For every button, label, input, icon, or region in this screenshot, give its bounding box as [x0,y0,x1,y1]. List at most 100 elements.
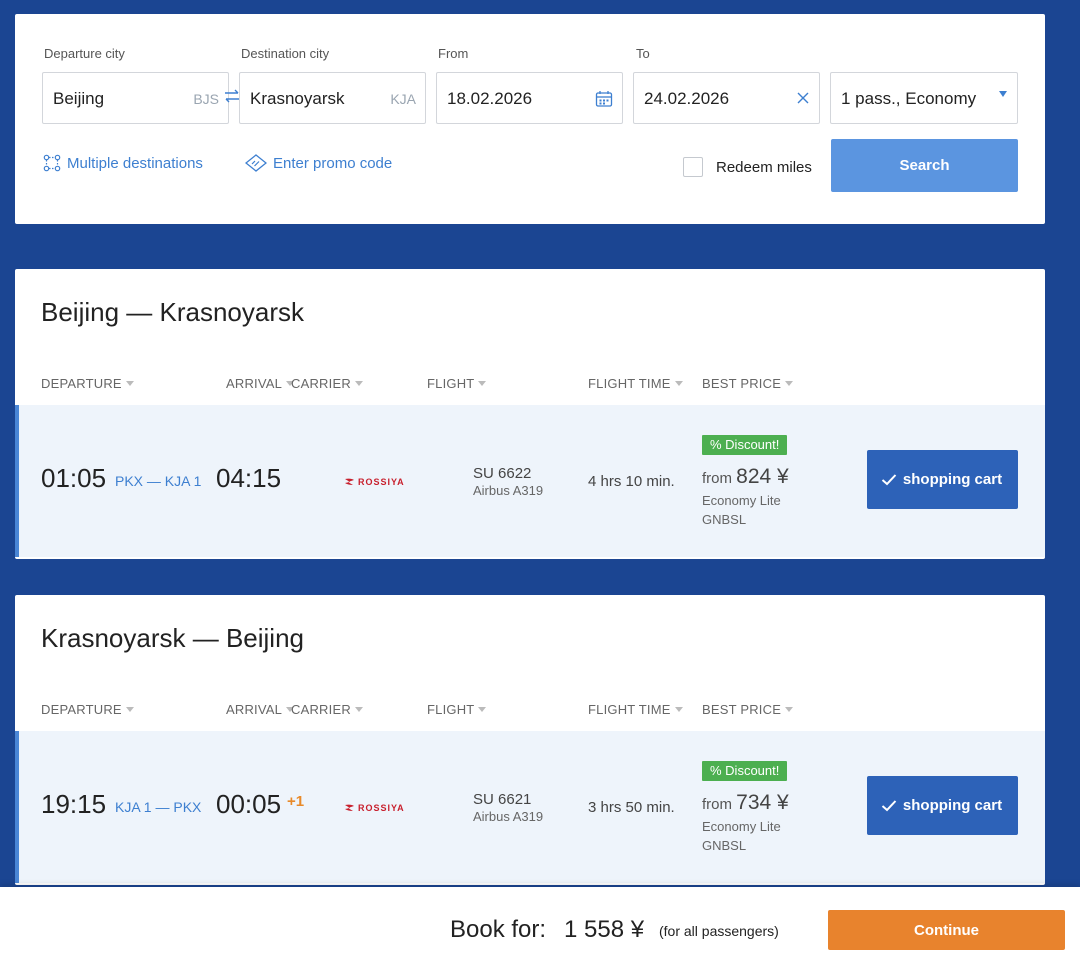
airport-codes: PKX — KJA 1 [115,473,202,489]
caret-down-icon [999,91,1007,97]
price: from 824 ¥ [702,465,789,489]
caret-down-icon [354,381,363,386]
promo-code-label: Enter promo code [273,154,393,172]
from-date-value: 18.02.2026 [447,89,533,108]
sort-flight-time[interactable]: FLIGHT TIME [588,702,683,717]
caret-down-icon [478,381,487,386]
col-flight-label: FLIGHT [427,702,475,717]
discount-badge: % Discount! [702,761,788,781]
flight-row[interactable]: 01:05 PKX — KJA 1 04:15 ROSSIYA SU 6622 … [15,405,1045,557]
destination-city-value: Krasnoyarsk [250,89,345,108]
destination-label: Destination city [241,46,330,61]
book-for-label: Book for: [450,916,547,943]
sort-carrier[interactable]: CARRIER [291,376,363,391]
sort-arrival[interactable]: ARRIVAL [226,702,295,717]
airport-codes: KJA 1 — PKX [115,799,202,815]
check-icon [881,474,897,486]
flight-row[interactable]: 19:15 KJA 1 — PKX 00:05 +1 ROSSIYA SU 66… [15,731,1045,883]
sort-departure[interactable]: DEPARTURE [41,702,134,717]
sort-best-price[interactable]: BEST PRICE [702,376,794,391]
next-day-indicator: +1 [287,793,305,810]
col-best-price-label: BEST PRICE [702,376,782,391]
departure-city-code: BJS [193,91,219,107]
col-carrier-label: CARRIER [291,702,351,717]
sort-departure[interactable]: DEPARTURE [41,376,134,391]
sort-flight[interactable]: FLIGHT [427,702,487,717]
price-amount: 824 ¥ [736,465,789,488]
departure-time: 19:15 [41,789,107,819]
fare-class: Economy Lite GNBSL [702,819,781,853]
arrival-time: 04:15 [216,463,282,493]
caret-down-icon [125,381,134,386]
rossiya-logo-icon [345,804,354,811]
rossiya-logo-icon [345,478,354,485]
sort-carrier[interactable]: CARRIER [291,702,363,717]
sort-best-price[interactable]: BEST PRICE [702,702,794,717]
route-panel-outbound: Beijing — Krasnoyarsk DEPARTURE ARRIVAL … [15,269,1045,559]
promo-code-link[interactable]: Enter promo code [245,154,392,172]
book-total: 1 558 ¥ [564,916,645,943]
search-button[interactable]: Search [831,139,1018,192]
ticket-icon [245,154,267,172]
flight-number: SU 6621 [473,791,532,808]
aircraft-type: Airbus A319 [473,483,544,498]
caret-down-icon [785,381,794,386]
col-flight-time-label: FLIGHT TIME [588,702,671,717]
carrier-name: ROSSIYA [358,477,405,487]
shopping-cart-button[interactable]: shopping cart [867,450,1018,509]
to-date-value: 24.02.2026 [644,89,730,108]
redeem-miles-label: Redeem miles [716,159,812,176]
to-label: To [636,46,650,61]
destination-city-code: KJA [390,91,416,107]
from-label: From [438,46,469,61]
discount-badge: % Discount! [702,435,788,455]
flight-duration: 4 hrs 10 min. [588,473,675,490]
col-arrival-label: ARRIVAL [226,702,283,717]
col-arrival-label: ARRIVAL [226,376,283,391]
price-prefix: from [702,470,732,487]
check-icon [881,800,897,812]
book-note: (for all passengers) [659,923,779,939]
close-icon[interactable] [796,91,810,105]
caret-down-icon [674,381,683,386]
shopping-cart-button[interactable]: shopping cart [867,776,1018,835]
passengers-select[interactable]: 1 pass., Economy [830,72,1018,124]
price-prefix: from [702,796,732,813]
multiple-destinations-link[interactable]: Multiple destinations [43,154,203,172]
departure-time: 01:05 [41,463,107,493]
carrier-logo: ROSSIYA [345,477,405,487]
carrier-name: ROSSIYA [358,803,405,813]
col-best-price-label: BEST PRICE [702,702,782,717]
caret-down-icon [674,707,683,712]
departure-city-input[interactable]: Beijing BJS [42,72,229,124]
price: from 734 ¥ [702,791,789,815]
sort-flight-time[interactable]: FLIGHT TIME [588,376,683,391]
arrival-time: 00:05 [216,789,282,819]
flight-number: SU 6622 [473,465,532,482]
sort-flight[interactable]: FLIGHT [427,376,487,391]
flight-duration: 3 hrs 50 min. [588,799,675,816]
aircraft-type: Airbus A319 [473,809,544,824]
route-title: Krasnoyarsk — Beijing [41,623,304,653]
departure-city-value: Beijing [53,89,105,108]
shopping-cart-label: shopping cart [902,797,1003,814]
continue-button[interactable]: Continue [828,910,1065,950]
departure-label: Departure city [44,46,125,61]
fare-class: Economy Lite GNBSL [702,493,781,527]
sort-arrival[interactable]: ARRIVAL [226,376,295,391]
carrier-logo: ROSSIYA [345,803,405,813]
multi-route-icon [43,154,61,172]
route-title: Beijing — Krasnoyarsk [41,297,304,327]
calendar-icon[interactable] [595,90,613,108]
col-departure-label: DEPARTURE [41,376,122,391]
destination-city-input[interactable]: Krasnoyarsk KJA [239,72,426,124]
caret-down-icon [125,707,134,712]
route-panel-return: Krasnoyarsk — Beijing DEPARTURE ARRIVAL … [15,595,1045,885]
price-amount: 734 ¥ [736,791,789,814]
passengers-value: 1 pass., Economy [841,89,977,108]
to-date-input[interactable]: 24.02.2026 [633,72,820,124]
from-date-input[interactable]: 18.02.2026 [436,72,623,124]
redeem-miles-checkbox[interactable] [683,157,703,177]
col-flight-time-label: FLIGHT TIME [588,376,671,391]
search-panel: Departure city Beijing BJS Destination c… [15,14,1045,224]
